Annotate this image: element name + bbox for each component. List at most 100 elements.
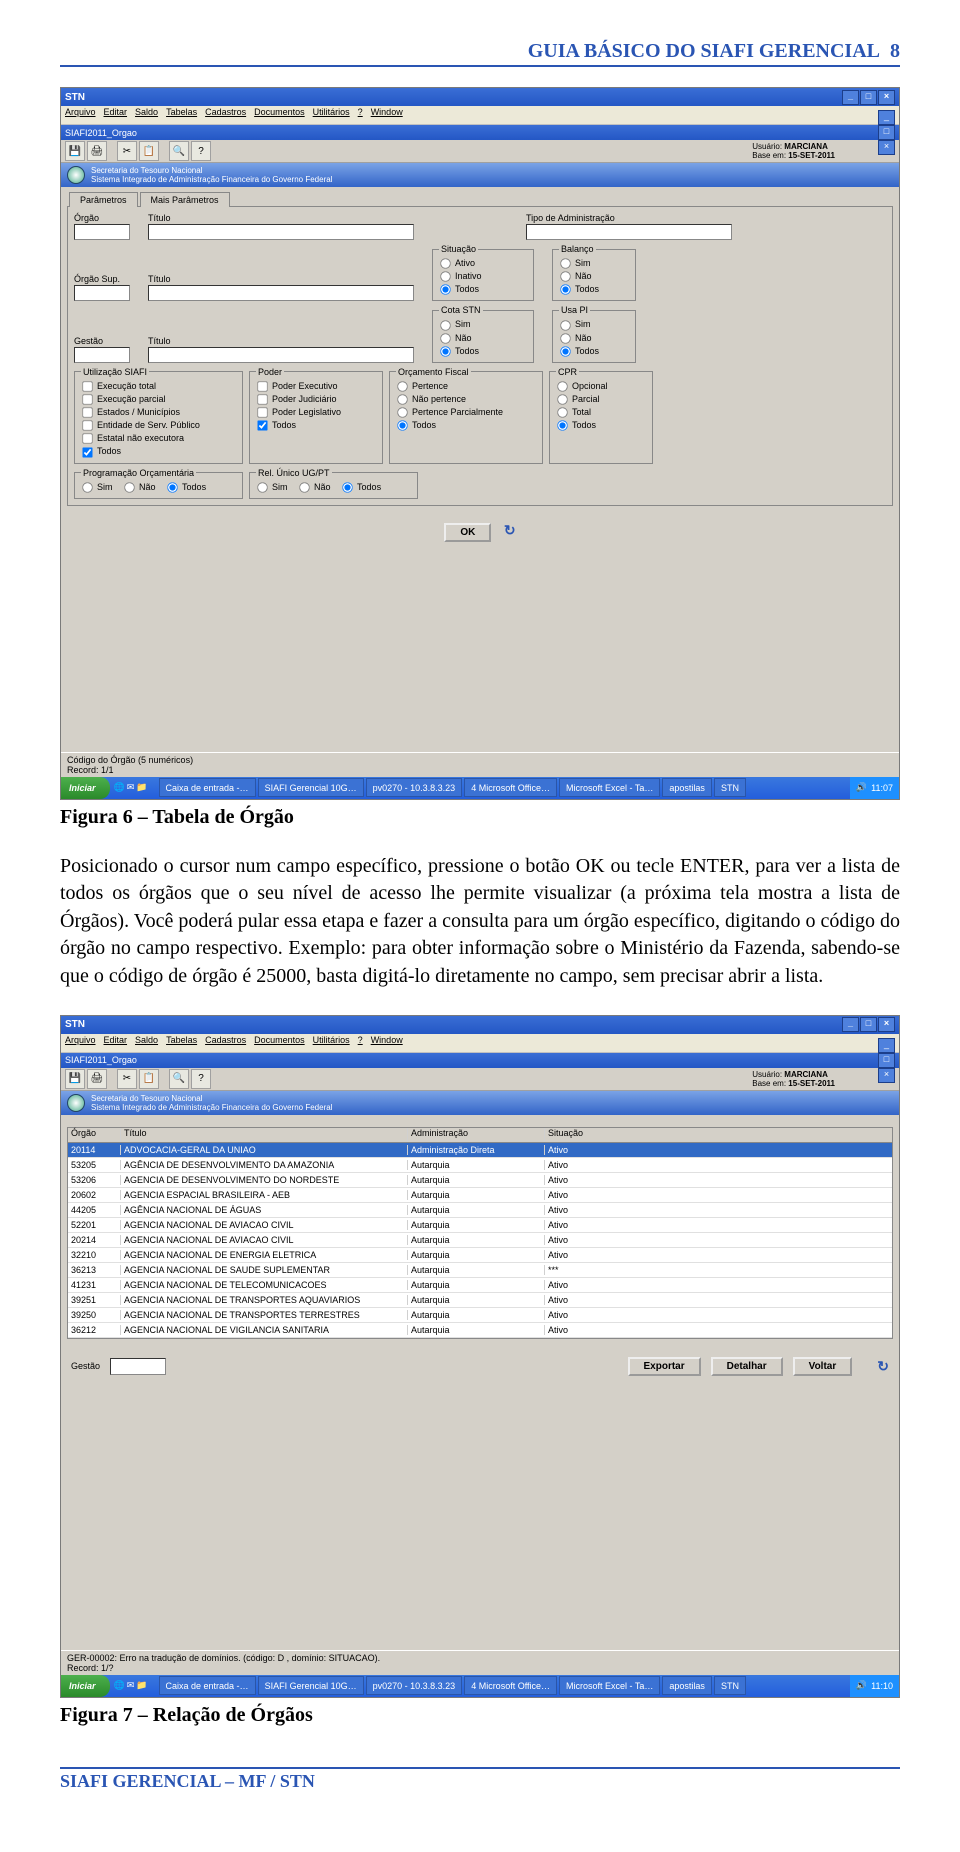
table-row[interactable]: 44205AGÊNCIA NACIONAL DE ÁGUASAutarquiaA… bbox=[68, 1203, 892, 1218]
menu-cadastros[interactable]: Cadastros bbox=[205, 107, 246, 123]
chk-exec-parcial[interactable]: Execução parcial bbox=[81, 393, 236, 406]
input-gestao-2[interactable] bbox=[110, 1358, 166, 1375]
table-row[interactable]: 41231AGENCIA NACIONAL DE TELECOMUNICACOE… bbox=[68, 1278, 892, 1293]
maximize-icon[interactable]: □ bbox=[860, 90, 877, 105]
table-row[interactable]: 20602AGENCIA ESPACIAL BRASILEIRA - AEBAu… bbox=[68, 1188, 892, 1203]
radio-cpr-total[interactable]: Total bbox=[556, 406, 646, 419]
radio-cota-sim[interactable]: Sim bbox=[439, 318, 527, 331]
radio-balanco-nao[interactable]: Não bbox=[559, 270, 629, 283]
toolbar-help-icon[interactable]: ? bbox=[191, 1069, 211, 1089]
tray-icon[interactable]: 🔊 bbox=[856, 1680, 867, 1691]
menu-editar[interactable]: Editar bbox=[104, 107, 128, 123]
task-item[interactable]: apostilas bbox=[662, 1676, 712, 1695]
toolbar-copy-icon[interactable]: 📋 bbox=[139, 1069, 159, 1089]
radio-balanco-sim[interactable]: Sim bbox=[559, 257, 629, 270]
tray-icon[interactable]: 🔊 bbox=[856, 782, 867, 793]
task-item[interactable]: SIAFI Gerencial 10G… bbox=[258, 1676, 364, 1695]
menu-documentos[interactable]: Documentos bbox=[254, 107, 305, 123]
quicklaunch-icon[interactable]: 📁 bbox=[136, 1680, 147, 1691]
radio-situacao-inativo[interactable]: Inativo bbox=[439, 270, 527, 283]
table-row[interactable]: 39250AGENCIA NACIONAL DE TRANSPORTES TER… bbox=[68, 1308, 892, 1323]
sub-maximize-icon[interactable]: □ bbox=[878, 1053, 895, 1068]
close-icon[interactable]: × bbox=[878, 90, 895, 105]
sub-maximize-icon[interactable]: □ bbox=[878, 125, 895, 140]
table-row[interactable]: 39251AGENCIA NACIONAL DE TRANSPORTES AQU… bbox=[68, 1293, 892, 1308]
radio-cota-nao[interactable]: Não bbox=[439, 332, 527, 345]
radio-prog-todos[interactable]: Todos bbox=[166, 482, 206, 492]
task-item[interactable]: 4 Microsoft Office… bbox=[464, 778, 557, 797]
radio-cota-todos[interactable]: Todos bbox=[439, 345, 527, 358]
radio-orc-todos[interactable]: Todos bbox=[396, 419, 536, 432]
minimize-icon[interactable]: _ bbox=[842, 90, 859, 105]
menu-help[interactable]: ? bbox=[358, 1035, 363, 1051]
radio-rel-sim[interactable]: Sim bbox=[256, 482, 288, 492]
sub-minimize-icon[interactable]: _ bbox=[878, 1038, 895, 1053]
chk-estados-municipios[interactable]: Estados / Municípios bbox=[81, 406, 236, 419]
radio-prog-nao[interactable]: Não bbox=[123, 482, 156, 492]
menu-arquivo[interactable]: Arquivo bbox=[65, 1035, 96, 1051]
chk-estatal-nao-exec[interactable]: Estatal não executora bbox=[81, 432, 236, 445]
chk-poder-exec[interactable]: Poder Executivo bbox=[256, 380, 376, 393]
sub-minimize-icon[interactable]: _ bbox=[878, 110, 895, 125]
menu-window[interactable]: Window bbox=[371, 1035, 403, 1051]
toolbar-save-icon[interactable]: 💾 bbox=[65, 141, 85, 161]
menu-saldo[interactable]: Saldo bbox=[135, 1035, 158, 1051]
radio-orc-nao-pertence[interactable]: Não pertence bbox=[396, 393, 536, 406]
detalhar-button[interactable]: Detalhar bbox=[711, 1357, 783, 1376]
table-row[interactable]: 32210AGENCIA NACIONAL DE ENERGIA ELETRIC… bbox=[68, 1248, 892, 1263]
task-item[interactable]: SIAFI Gerencial 10G… bbox=[258, 778, 364, 797]
menu-cadastros[interactable]: Cadastros bbox=[205, 1035, 246, 1051]
toolbar-print-icon[interactable]: 🖨 bbox=[87, 1069, 107, 1089]
radio-prog-sim[interactable]: Sim bbox=[81, 482, 113, 492]
radio-cpr-parcial[interactable]: Parcial bbox=[556, 393, 646, 406]
toolbar-help-icon[interactable]: ? bbox=[191, 141, 211, 161]
radio-usapi-todos[interactable]: Todos bbox=[559, 345, 629, 358]
menu-utilitarios[interactable]: Utilitários bbox=[313, 107, 350, 123]
quicklaunch-icon[interactable]: 🌐 bbox=[114, 1680, 125, 1691]
chk-util-todos[interactable]: Todos bbox=[81, 445, 236, 458]
quicklaunch-icon[interactable]: ✉ bbox=[127, 1680, 135, 1691]
chk-poder-judic[interactable]: Poder Judiciário bbox=[256, 393, 376, 406]
task-item[interactable]: Caixa de entrada -… bbox=[159, 778, 256, 797]
quicklaunch-icon[interactable]: ✉ bbox=[127, 782, 135, 793]
toolbar-cut-icon[interactable]: ✂ bbox=[117, 1069, 137, 1089]
quicklaunch-icon[interactable]: 📁 bbox=[136, 782, 147, 793]
menu-saldo[interactable]: Saldo bbox=[135, 107, 158, 123]
menu-tabelas[interactable]: Tabelas bbox=[166, 1035, 197, 1051]
table-row[interactable]: 53206AGENCIA DE DESENVOLVIMENTO DO NORDE… bbox=[68, 1173, 892, 1188]
task-item[interactable]: pv0270 - 10.3.8.3.23 bbox=[366, 778, 463, 797]
radio-situacao-ativo[interactable]: Ativo bbox=[439, 257, 527, 270]
tab-mais-parametros[interactable]: Mais Parâmetros bbox=[140, 192, 230, 207]
radio-cpr-todos[interactable]: Todos bbox=[556, 419, 646, 432]
table-row[interactable]: 20214AGENCIA NACIONAL DE AVIACAO CIVILAu… bbox=[68, 1233, 892, 1248]
radio-rel-todos[interactable]: Todos bbox=[341, 482, 381, 492]
exportar-button[interactable]: Exportar bbox=[628, 1357, 701, 1376]
toolbar-cut-icon[interactable]: ✂ bbox=[117, 141, 137, 161]
task-item[interactable]: pv0270 - 10.3.8.3.23 bbox=[366, 1676, 463, 1695]
task-item[interactable]: STN bbox=[714, 1676, 746, 1695]
table-row[interactable]: 36213AGENCIA NACIONAL DE SAUDE SUPLEMENT… bbox=[68, 1263, 892, 1278]
menu-tabelas[interactable]: Tabelas bbox=[166, 107, 197, 123]
input-tipo-admin[interactable] bbox=[526, 224, 732, 240]
radio-cpr-opcional[interactable]: Opcional bbox=[556, 380, 646, 393]
radio-usapi-nao[interactable]: Não bbox=[559, 332, 629, 345]
radio-rel-nao[interactable]: Não bbox=[298, 482, 331, 492]
table-row[interactable]: 20114ADVOCACIA-GERAL DA UNIAOAdministraç… bbox=[68, 1143, 892, 1158]
menu-documentos[interactable]: Documentos bbox=[254, 1035, 305, 1051]
start-button[interactable]: Iniciar bbox=[61, 1675, 110, 1697]
minimize-icon[interactable]: _ bbox=[842, 1017, 859, 1032]
task-item[interactable]: apostilas bbox=[662, 778, 712, 797]
toolbar-copy-icon[interactable]: 📋 bbox=[139, 141, 159, 161]
ok-button[interactable]: OK bbox=[444, 523, 491, 542]
input-titulo[interactable] bbox=[148, 224, 414, 240]
table-row[interactable]: 36212AGENCIA NACIONAL DE VIGILANCIA SANI… bbox=[68, 1323, 892, 1338]
input-gestao[interactable] bbox=[74, 347, 130, 363]
close-icon[interactable]: × bbox=[878, 1017, 895, 1032]
toolbar-search-icon[interactable]: 🔍 bbox=[169, 1069, 189, 1089]
input-orgao[interactable] bbox=[74, 224, 130, 240]
menu-window[interactable]: Window bbox=[371, 107, 403, 123]
radio-usapi-sim[interactable]: Sim bbox=[559, 318, 629, 331]
quicklaunch-icon[interactable]: 🌐 bbox=[114, 782, 125, 793]
chk-poder-todos[interactable]: Todos bbox=[256, 419, 376, 432]
menu-editar[interactable]: Editar bbox=[104, 1035, 128, 1051]
